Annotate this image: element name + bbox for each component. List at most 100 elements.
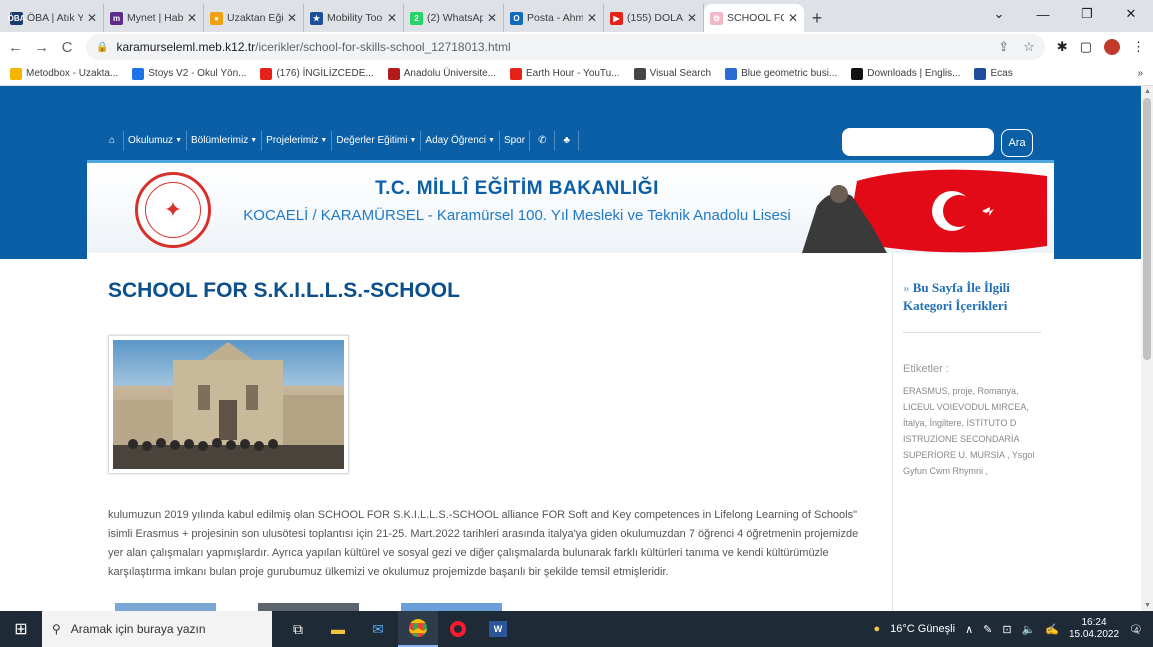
gallery-thumb-3[interactable]: [401, 603, 502, 611]
bookmark-item[interactable]: Stoys V2 - Okul Yön...: [132, 67, 246, 80]
tab-title: Mynet | Habe: [127, 12, 183, 24]
page-viewport: ⌂ Okulumuz ▼ Bölümlerimiz ▼ Projelerimiz ▼ Değe…: [0, 86, 1141, 611]
tab-favicon-icon: O: [510, 11, 523, 25]
sitemap-icon[interactable]: ♣: [555, 130, 580, 151]
gallery-thumb-2[interactable]: [258, 603, 359, 611]
phone-icon[interactable]: ✆: [530, 130, 556, 151]
page-scrollbar[interactable]: ▲ ▼: [1141, 86, 1153, 611]
task-view-icon[interactable]: ⧉: [278, 611, 318, 647]
nav-menu-item[interactable]: Projelerimiz ▼: [262, 130, 333, 151]
scrollbar-thumb[interactable]: [1143, 98, 1151, 360]
site-search-button[interactable]: Ara: [1001, 129, 1033, 157]
opera-icon[interactable]: [438, 611, 478, 647]
tab-close-icon[interactable]: ✕: [587, 11, 597, 25]
bookmark-item[interactable]: Earth Hour - YouTu...: [510, 67, 620, 80]
tab-close-icon[interactable]: ✕: [387, 11, 397, 25]
chrome-icon[interactable]: [398, 611, 438, 647]
bookmark-item[interactable]: Blue geometric busi...: [725, 67, 837, 80]
tab-close-icon[interactable]: ✕: [287, 11, 297, 25]
gallery-thumb-1[interactable]: [115, 603, 216, 611]
caret-down-icon: ▼: [409, 137, 417, 144]
home-icon[interactable]: ⌂: [101, 130, 125, 151]
browser-tab[interactable]: ÖBAÖBA | Atık Yö ✕: [4, 4, 104, 32]
browser-tab[interactable]: O Posta - Ahme ✕: [504, 4, 604, 32]
scroll-up-arrow-icon[interactable]: ▲: [1144, 88, 1151, 95]
sidebar-heading[interactable]: » Bu Sayfa İle İlgili Kategori İçerikler…: [903, 279, 1043, 315]
bookmark-item[interactable]: Anadolu Üniversite...: [387, 67, 496, 80]
double-chevron-icon: »: [903, 280, 913, 295]
volume-icon[interactable]: 🔈: [1022, 623, 1036, 636]
back-button[interactable]: ←: [8, 39, 23, 56]
bookmark-label: Downloads | Englis...: [867, 68, 961, 79]
nav-menu-item[interactable]: Aday Öğrenci ▼: [421, 130, 500, 151]
nav-menu-item[interactable]: Değerler Eğitimi ▼: [332, 130, 422, 151]
mail-icon[interactable]: ✉: [358, 611, 398, 647]
tab-search-button[interactable]: ⌄: [977, 0, 1021, 28]
browser-tab[interactable]: ▶ (155) DOLARI ✕: [604, 4, 704, 32]
sidebar-divider: [903, 332, 1041, 333]
minimize-button[interactable]: —: [1021, 0, 1065, 28]
bookmark-item[interactable]: Ecas: [974, 67, 1013, 80]
tray-chevron-up-icon[interactable]: ∧: [965, 623, 973, 636]
network-icon[interactable]: ⊡: [1002, 623, 1011, 636]
clock[interactable]: 16:24 15.04.2022: [1069, 617, 1119, 641]
side-panel-icon[interactable]: ▢: [1080, 39, 1092, 55]
word-icon[interactable]: W: [478, 611, 518, 647]
nav-menu-item[interactable]: Okulumuz ▼: [124, 130, 187, 151]
tab-close-icon[interactable]: ✕: [87, 11, 97, 25]
pen-icon[interactable]: ✎: [983, 623, 992, 636]
bookmark-label: Ecas: [990, 68, 1013, 79]
extensions-puzzle-icon[interactable]: ✱: [1057, 39, 1068, 55]
new-tab-button[interactable]: +: [804, 4, 830, 32]
caret-down-icon: ▼: [320, 137, 328, 144]
url-bar[interactable]: 🔒 karamurseleml.meb.k12.tr/icerikler/sch…: [86, 34, 1045, 60]
nav-menu-item[interactable]: Bölümlerimiz ▼: [187, 130, 263, 151]
forward-button[interactable]: →: [34, 39, 49, 56]
tab-close-icon[interactable]: ✕: [487, 11, 497, 25]
site-search-input[interactable]: [842, 128, 994, 156]
close-window-button[interactable]: ✕: [1109, 0, 1153, 28]
nav-menu-item[interactable]: Spor: [500, 130, 531, 151]
windows-taskbar: ⊞ ⚲ Aramak için buraya yazın ⧉ ▬ ✉ W ● 1…: [0, 611, 1153, 647]
profile-avatar-icon[interactable]: [1104, 39, 1120, 55]
article-photo[interactable]: [108, 335, 349, 474]
bookmark-item[interactable]: (176) İNGİLİZCEDE...: [260, 67, 374, 80]
reload-button[interactable]: C: [60, 39, 74, 56]
basilica-group-photo: [113, 340, 344, 469]
clock-time: 16:24: [1081, 617, 1107, 628]
menu-dots-icon[interactable]: ⋮: [1132, 39, 1145, 55]
browser-tab[interactable]: 2 (2) WhatsApp ✕: [404, 4, 504, 32]
nav-menu-label: Değerler Eğitimi: [336, 135, 408, 146]
bookmark-star-icon[interactable]: ☆: [1023, 39, 1035, 55]
windows-start-icon[interactable]: ⊞: [0, 611, 42, 647]
weather-sun-icon[interactable]: ●: [873, 623, 880, 635]
browser-tab[interactable]: ● Uzaktan Eğiti ✕: [204, 4, 304, 32]
bookmark-item[interactable]: Visual Search: [633, 67, 712, 80]
bookmark-favicon-icon: [974, 67, 987, 80]
lock-icon[interactable]: 🔒: [96, 42, 108, 53]
seal-inner-emblem: ✦: [145, 182, 201, 238]
bookmark-item[interactable]: Downloads | Englis...: [851, 67, 961, 80]
tab-close-icon[interactable]: ✕: [187, 11, 197, 25]
tags-list[interactable]: ERASMUS, proje, Romanya, LICEUL VOIEVODU…: [903, 383, 1048, 479]
weather-text[interactable]: 16°C Güneşli: [890, 623, 955, 635]
bookmarks-overflow-button[interactable]: »: [1137, 68, 1143, 79]
caret-down-icon: ▼: [175, 137, 182, 144]
browser-tab[interactable]: ✿ SCHOOL FOR ✕: [704, 4, 804, 32]
restore-button[interactable]: ❐: [1065, 0, 1109, 28]
bookmark-label: Visual Search: [649, 68, 712, 79]
tab-close-icon[interactable]: ✕: [687, 11, 697, 25]
share-icon[interactable]: ⇪: [998, 39, 1009, 55]
browser-tab[interactable]: ★ Mobility Tool ✕: [304, 4, 404, 32]
browser-tab[interactable]: m Mynet | Habe ✕: [104, 4, 204, 32]
taskbar-search-box[interactable]: ⚲ Aramak için buraya yazın: [42, 611, 272, 647]
file-explorer-icon[interactable]: ▬: [318, 611, 358, 647]
handwriting-icon[interactable]: ✍: [1045, 623, 1059, 636]
tab-title: SCHOOL FOR: [727, 12, 784, 24]
notification-center-icon[interactable]: 🗨 4: [1129, 623, 1143, 636]
tab-close-icon[interactable]: ✕: [788, 11, 798, 25]
tab-title: Posta - Ahme: [527, 12, 583, 24]
scroll-down-arrow-icon[interactable]: ▼: [1144, 602, 1151, 609]
bookmark-item[interactable]: Metodbox - Uzakta...: [10, 67, 118, 80]
tab-favicon-icon: ★: [310, 11, 323, 25]
